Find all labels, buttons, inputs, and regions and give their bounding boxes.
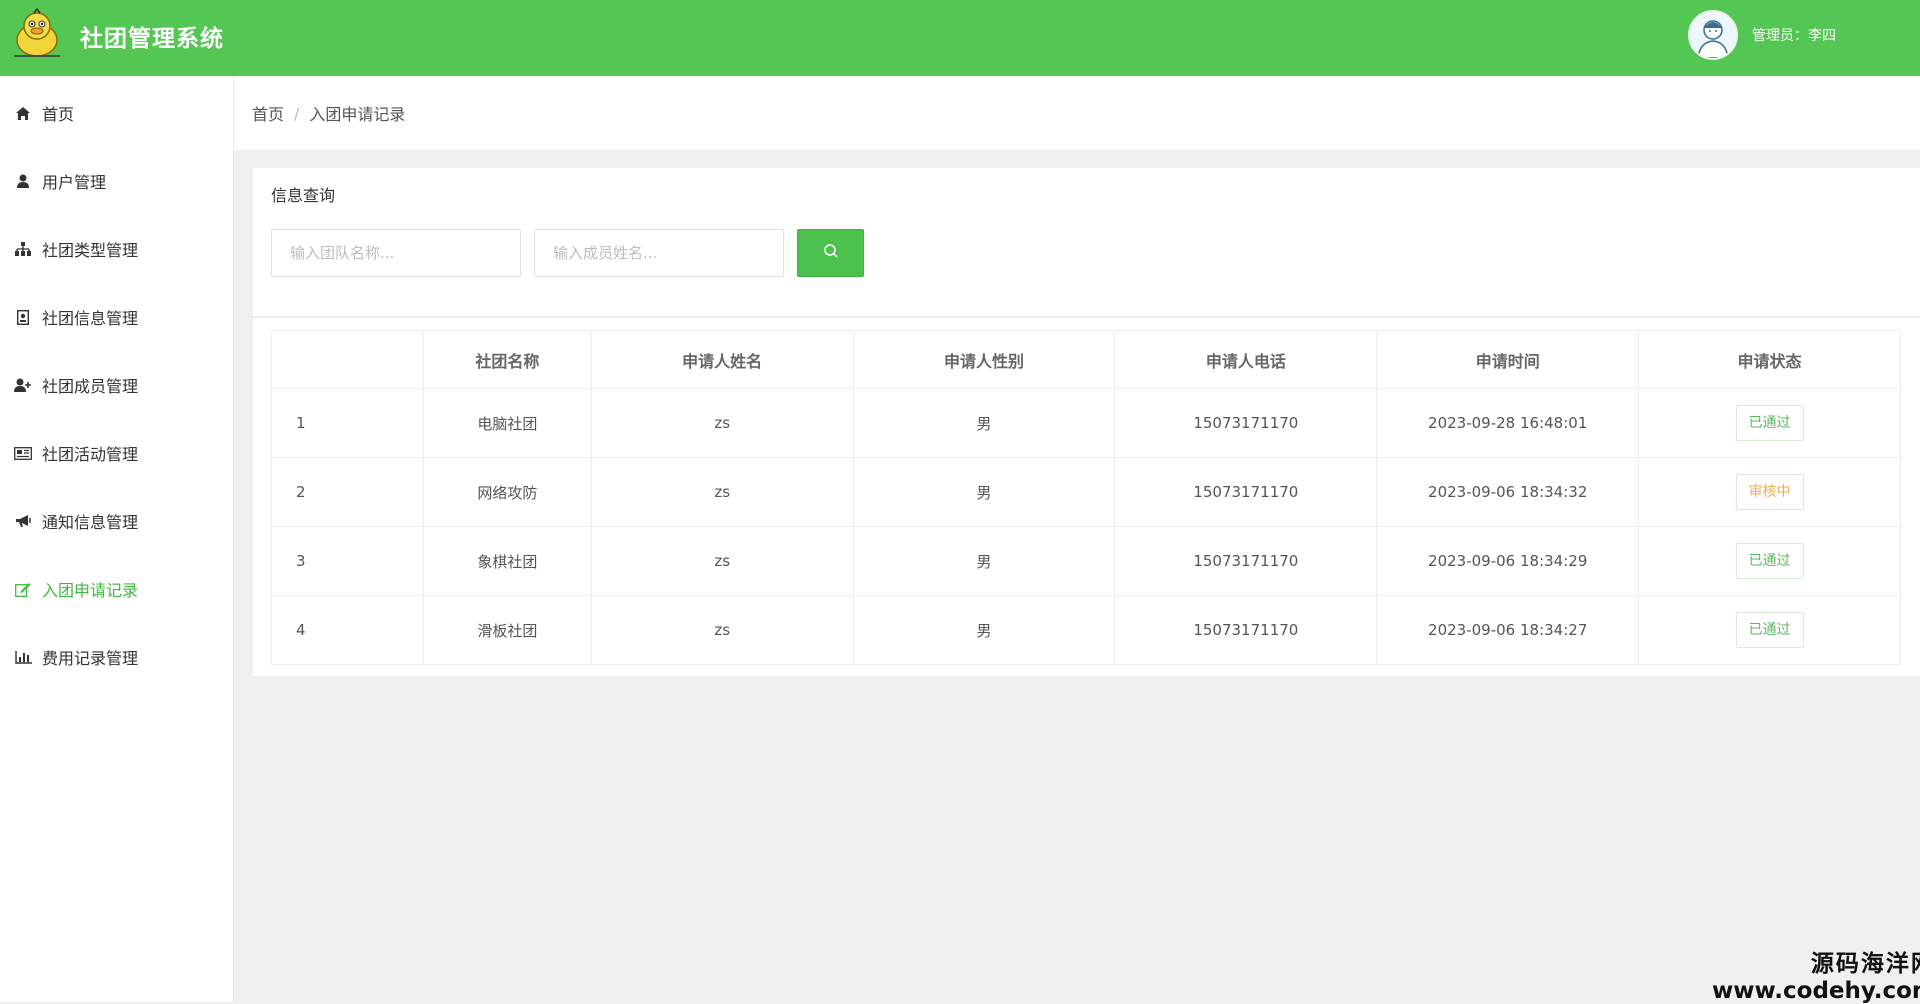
search-icon [823,243,839,263]
breadcrumb-separator: / [294,103,300,123]
column-header-apply-status: 申请状态 [1638,330,1901,389]
apply-status-cell: 已通过 [1638,526,1901,596]
sidebar-item-label: 首页 [42,105,75,124]
table-header-row: 社团名称 申请人姓名 申请人性别 申请人电话 申请时间 申请状态 [271,330,1901,389]
edit-icon [14,580,32,598]
apply-time-cell: 2023-09-06 18:34:27 [1376,595,1640,665]
divider [253,316,1920,318]
status-badge: 已通过 [1735,405,1804,441]
column-header-applicant-name: 申请人姓名 [590,330,854,389]
column-header-applicant-phone: 申请人电话 [1114,330,1378,389]
newspaper-icon [14,444,32,462]
club-name-cell: 网络攻防 [422,457,592,527]
sidebar-item-home[interactable]: 首页 [0,79,234,147]
table-row: 2 网络攻防 zs 男 15073171170 2023-09-06 18:34:32 审核… [271,457,1901,527]
applications-table: 社团名称 申请人姓名 申请人性别 申请人电话 申请时间 申请状态 1 电脑社团 zs… [271,330,1901,665]
id-badge-icon [14,308,32,326]
status-badge: 已通过 [1735,612,1804,648]
app-title: 社团管理系统 [80,26,224,52]
site-watermark: 源码海洋网 www.codehy.com [1712,944,1920,1004]
applicant-gender-cell: 男 [852,526,1116,596]
apply-status-cell: 审核中 [1638,457,1901,527]
table-row: 4 滑板社团 zs 男 15073171170 2023-09-06 18:34:27 已通… [271,595,1901,665]
sitemap-icon [14,240,32,258]
column-header-index [271,330,424,389]
breadcrumb: 首页 / 入团申请记录 [234,76,1920,150]
applicant-gender-cell: 男 [852,457,1116,527]
sidebar-item-label: 通知信息管理 [42,513,139,532]
sidebar-item-club-types[interactable]: 社团类型管理 [0,215,234,283]
apply-time-cell: 2023-09-28 16:48:01 [1376,388,1640,458]
search-section-title: 信息查询 [271,186,336,205]
sidebar-item-label: 社团类型管理 [42,241,139,260]
applicant-phone-cell: 15073171170 [1114,457,1378,527]
apply-status-cell: 已通过 [1638,388,1901,458]
search-button[interactable] [797,229,864,277]
club-name-cell: 滑板社团 [422,595,592,665]
club-name-cell: 电脑社团 [422,388,592,458]
sidebar-item-label: 入团申请记录 [42,581,139,600]
sidebar-item-label: 费用记录管理 [42,649,139,668]
sidebar-item-label: 社团活动管理 [42,445,139,464]
watermark-title: 源码海洋网 [1810,951,1920,977]
column-header-club-name: 社团名称 [422,330,592,389]
member-name-search-input[interactable] [534,229,784,277]
watermark-url: www.codehy.com [1712,978,1920,1004]
duck-mascot-icon [10,7,64,58]
apply-time-cell: 2023-09-06 18:34:32 [1376,457,1640,527]
user-plus-icon [14,376,32,394]
home-icon [14,104,32,122]
apply-status-cell: 已通过 [1638,595,1901,665]
applicant-gender-cell: 男 [852,595,1116,665]
sidebar: 首页 用户管理 社团类型管理 社团信息管理 社团成员管理 社团活动管理 通知信息… [0,76,234,1002]
breadcrumb-current: 入团申请记录 [309,105,406,124]
table-row: 1 电脑社团 zs 男 15073171170 2023-09-28 16:48:01 已通… [271,388,1901,458]
applicant-name-cell: zs [590,388,854,458]
row-index-cell: 3 [271,526,424,596]
applicant-name-cell: zs [590,457,854,527]
applicant-gender-cell: 男 [852,388,1116,458]
applicant-phone-cell: 15073171170 [1114,526,1378,596]
sidebar-item-notices[interactable]: 通知信息管理 [0,487,234,555]
applicant-name-cell: zs [590,526,854,596]
top-header: 社团管理系统 管理员：李四 [0,0,1920,76]
applicant-phone-cell: 15073171170 [1114,388,1378,458]
sidebar-item-fees[interactable]: 费用记录管理 [0,623,234,691]
apply-time-cell: 2023-09-06 18:34:29 [1376,526,1640,596]
column-header-applicant-gender: 申请人性别 [852,330,1116,389]
applicant-phone-cell: 15073171170 [1114,595,1378,665]
status-badge: 审核中 [1735,474,1804,510]
row-index-cell: 4 [271,595,424,665]
admin-label[interactable]: 管理员：李四 [1752,25,1836,45]
bar-chart-icon [14,648,32,666]
content-panel: 信息查询 社团名称 申请人姓名 申请人性别 申请人电话 申请时间 申请状态 1电… [253,168,1920,676]
club-name-cell: 象棋社团 [422,526,592,596]
team-name-search-input[interactable] [271,229,521,277]
column-header-apply-time: 申请时间 [1376,330,1640,389]
applicant-name-cell: zs [590,595,854,665]
sidebar-item-club-members[interactable]: 社团成员管理 [0,351,234,419]
bullhorn-icon [14,512,32,530]
user-avatar-icon[interactable] [1688,10,1738,60]
sidebar-item-users[interactable]: 用户管理 [0,147,234,215]
sidebar-item-label: 社团信息管理 [42,309,139,328]
row-index-cell: 2 [271,457,424,527]
table-row: 3 象棋社团 zs 男 15073171170 2023-09-06 18:34:29 已通… [271,526,1901,596]
sidebar-item-join-applications[interactable]: 入团申请记录 [0,555,234,623]
row-index-cell: 1 [271,388,424,458]
breadcrumb-home-link[interactable]: 首页 [252,101,284,125]
sidebar-item-club-info[interactable]: 社团信息管理 [0,283,234,351]
sidebar-item-label: 社团成员管理 [42,377,139,396]
status-badge: 已通过 [1735,543,1804,579]
sidebar-item-label: 用户管理 [42,173,107,192]
sidebar-item-club-activities[interactable]: 社团活动管理 [0,419,234,487]
user-icon [14,172,32,190]
